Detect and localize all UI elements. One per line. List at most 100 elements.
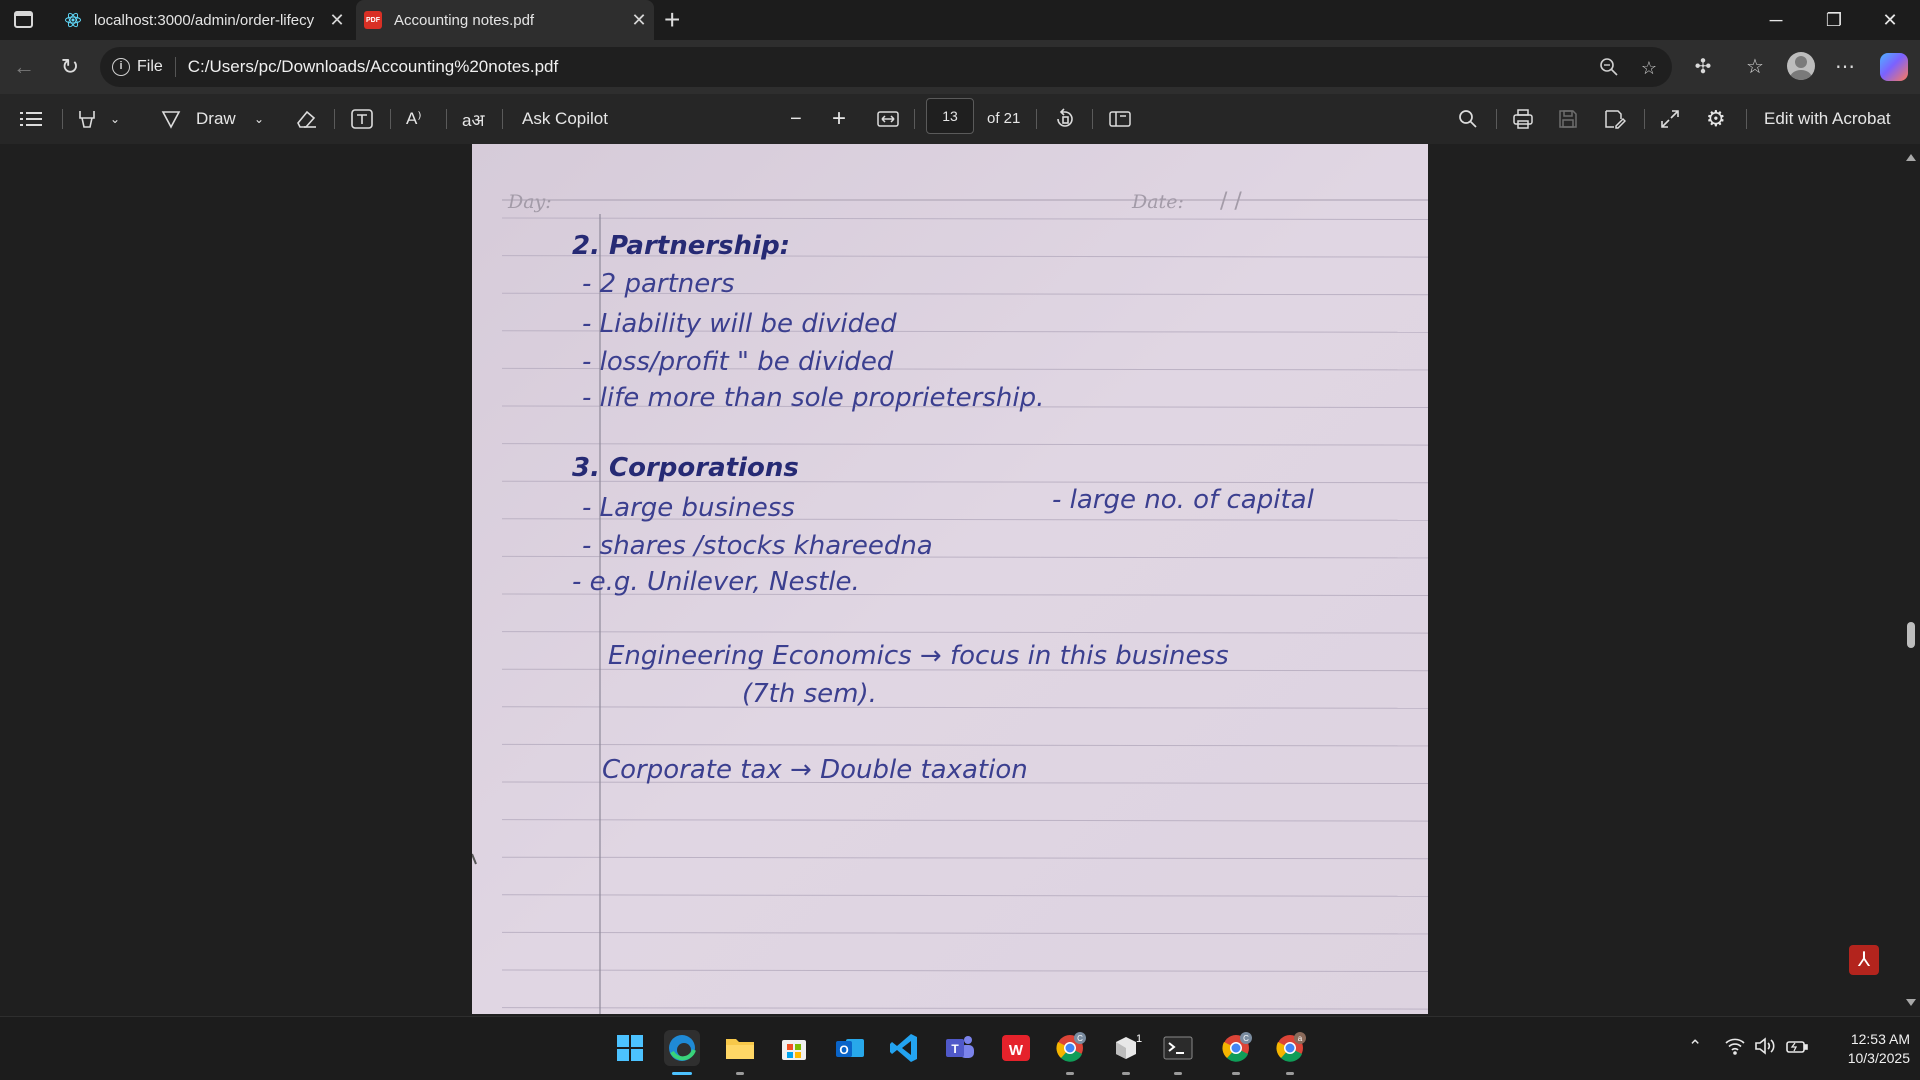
note-line: - loss/profit " be divided xyxy=(582,347,894,377)
minimize-button[interactable]: ─ xyxy=(1748,0,1804,40)
extensions-icon[interactable]: ✣ xyxy=(1688,52,1718,82)
tab-title: Accounting notes.pdf xyxy=(394,11,535,29)
svg-text:a: a xyxy=(1298,1034,1303,1043)
contents-icon[interactable] xyxy=(20,94,42,144)
tab-title: localhost:3000/admin/order-lifecy xyxy=(94,11,315,29)
running-indicator xyxy=(1066,1072,1074,1075)
copilot-icon[interactable] xyxy=(1880,53,1908,81)
battery-icon[interactable] xyxy=(1786,1037,1808,1060)
tab-strip: localhost:3000/admin/order-lifecy ✕ PDF … xyxy=(0,0,1920,40)
close-window-button[interactable]: ✕ xyxy=(1862,0,1918,40)
divider xyxy=(914,109,915,129)
divider xyxy=(1092,109,1093,129)
text-box-icon[interactable] xyxy=(350,94,374,144)
clock[interactable]: 12:53 AM 10/3/2025 xyxy=(1820,1030,1910,1068)
page-number-input[interactable]: 13 xyxy=(926,98,974,134)
ask-copilot-button[interactable]: Ask Copilot xyxy=(522,94,608,144)
page-view-icon[interactable] xyxy=(1108,94,1132,144)
close-tab-icon[interactable]: ✕ xyxy=(322,10,352,31)
translate-button[interactable]: aअ xyxy=(462,94,484,144)
note-line: 3. Corporations xyxy=(572,453,799,483)
address-bar[interactable]: i File C:/Users/pc/Downloads/Accounting%… xyxy=(100,47,1672,87)
note-line: - e.g. Unilever, Nestle. xyxy=(572,567,860,597)
pdf-viewer[interactable]: Day: Date: / / 2. Partnership: - 2 partn… xyxy=(0,144,1920,1016)
windows-start-icon[interactable] xyxy=(612,1030,648,1066)
store-icon[interactable] xyxy=(776,1030,812,1066)
highlight-icon[interactable] xyxy=(76,94,98,144)
note-line: - Large business xyxy=(582,493,795,523)
draw-button[interactable]: Draw xyxy=(196,94,236,144)
scrollbar[interactable] xyxy=(1902,144,1920,1016)
fit-width-icon[interactable] xyxy=(876,94,900,144)
tab-localhost[interactable]: localhost:3000/admin/order-lifecy ✕ xyxy=(56,0,352,40)
rotate-icon[interactable] xyxy=(1054,94,1076,144)
chrome-icon[interactable]: C xyxy=(1052,1030,1088,1066)
zoom-in-button[interactable]: + xyxy=(832,94,846,144)
favorites-icon[interactable]: ☆ xyxy=(1740,52,1770,82)
zoom-out-button[interactable]: − xyxy=(790,94,802,144)
chrome-icon[interactable]: a xyxy=(1272,1030,1308,1066)
divider xyxy=(446,109,447,129)
outlook-icon[interactable]: O xyxy=(832,1030,868,1066)
date-label: Date: xyxy=(1131,191,1184,213)
clock-time: 12:53 AM xyxy=(1850,1031,1910,1047)
edit-with-acrobat-button[interactable]: Edit with Acrobat xyxy=(1764,94,1891,144)
scroll-thumb[interactable] xyxy=(1907,622,1915,648)
volume-icon[interactable] xyxy=(1754,1037,1776,1060)
running-indicator xyxy=(1232,1072,1240,1075)
avatar[interactable] xyxy=(1787,52,1815,80)
chevron-down-icon[interactable]: ⌄ xyxy=(254,94,264,144)
url-text[interactable]: C:/Users/pc/Downloads/Accounting%20notes… xyxy=(188,57,558,77)
close-tab-icon[interactable]: ✕ xyxy=(624,10,654,31)
eraser-icon[interactable] xyxy=(294,94,318,144)
new-tab-button[interactable]: + xyxy=(664,4,680,36)
restore-button[interactable]: ❐ xyxy=(1806,0,1862,40)
running-indicator xyxy=(1286,1072,1294,1075)
svg-text:1: 1 xyxy=(1136,1033,1142,1045)
scroll-up-icon[interactable] xyxy=(1906,154,1916,161)
save-as-icon[interactable] xyxy=(1604,94,1626,144)
chrome-icon[interactable]: C xyxy=(1218,1030,1254,1066)
note-line: Engineering Economics → focus in this bu… xyxy=(608,641,1229,671)
note-line: - shares /stocks khareedna xyxy=(582,531,933,561)
back-button[interactable]: ← xyxy=(8,51,40,83)
vscode-icon[interactable] xyxy=(886,1030,922,1066)
notebook-page: Day: Date: / / 2. Partnership: - 2 partn… xyxy=(472,144,1428,1014)
wps-icon[interactable]: W xyxy=(998,1030,1034,1066)
scroll-down-icon[interactable] xyxy=(1906,999,1916,1006)
pdf-page: Day: Date: / / 2. Partnership: - 2 partn… xyxy=(472,144,1428,1014)
svg-text:O: O xyxy=(839,1043,848,1057)
divider xyxy=(1036,109,1037,129)
divider xyxy=(1496,109,1497,129)
tab-accounting-pdf[interactable]: PDF Accounting notes.pdf ✕ xyxy=(356,0,654,40)
svg-text:C: C xyxy=(1243,1034,1249,1043)
read-aloud-button[interactable]: A⁾ xyxy=(406,94,422,144)
more-icon[interactable]: ⋯ xyxy=(1830,52,1860,82)
wifi-icon[interactable] xyxy=(1724,1037,1746,1060)
active-indicator xyxy=(672,1072,692,1075)
fullscreen-icon[interactable] xyxy=(1660,94,1680,144)
draw-icon[interactable] xyxy=(160,94,182,144)
favorite-star-icon[interactable]: ☆ xyxy=(1638,57,1660,79)
acrobat-icon[interactable]: ⅄ xyxy=(1849,945,1879,975)
teams-icon[interactable]: T xyxy=(942,1030,978,1066)
chevron-up-icon[interactable]: ⌃ xyxy=(1688,1037,1702,1057)
react-icon xyxy=(64,11,82,29)
pdf-toolbar: ⌄ Draw ⌄ A⁾ aअ Ask Copilot − + 13 of 21 xyxy=(0,94,1920,144)
edge-icon[interactable] xyxy=(664,1030,700,1066)
search-icon[interactable] xyxy=(1458,94,1478,144)
zoom-icon[interactable] xyxy=(1598,57,1620,79)
save-icon[interactable] xyxy=(1558,94,1578,144)
svg-text:T: T xyxy=(951,1042,959,1056)
app-icon[interactable]: 1 xyxy=(1108,1030,1144,1066)
tab-actions-icon[interactable] xyxy=(14,11,33,28)
chevron-down-icon[interactable]: ⌄ xyxy=(110,94,120,144)
info-icon[interactable]: i xyxy=(112,58,130,76)
note-line: (7th sem). xyxy=(742,679,877,709)
file-explorer-icon[interactable] xyxy=(722,1030,758,1066)
terminal-icon[interactable] xyxy=(1160,1030,1196,1066)
settings-gear-icon[interactable]: ⚙ xyxy=(1706,94,1726,144)
refresh-button[interactable]: ↻ xyxy=(54,51,86,83)
print-icon[interactable] xyxy=(1512,94,1534,144)
pdf-icon: PDF xyxy=(364,11,382,29)
